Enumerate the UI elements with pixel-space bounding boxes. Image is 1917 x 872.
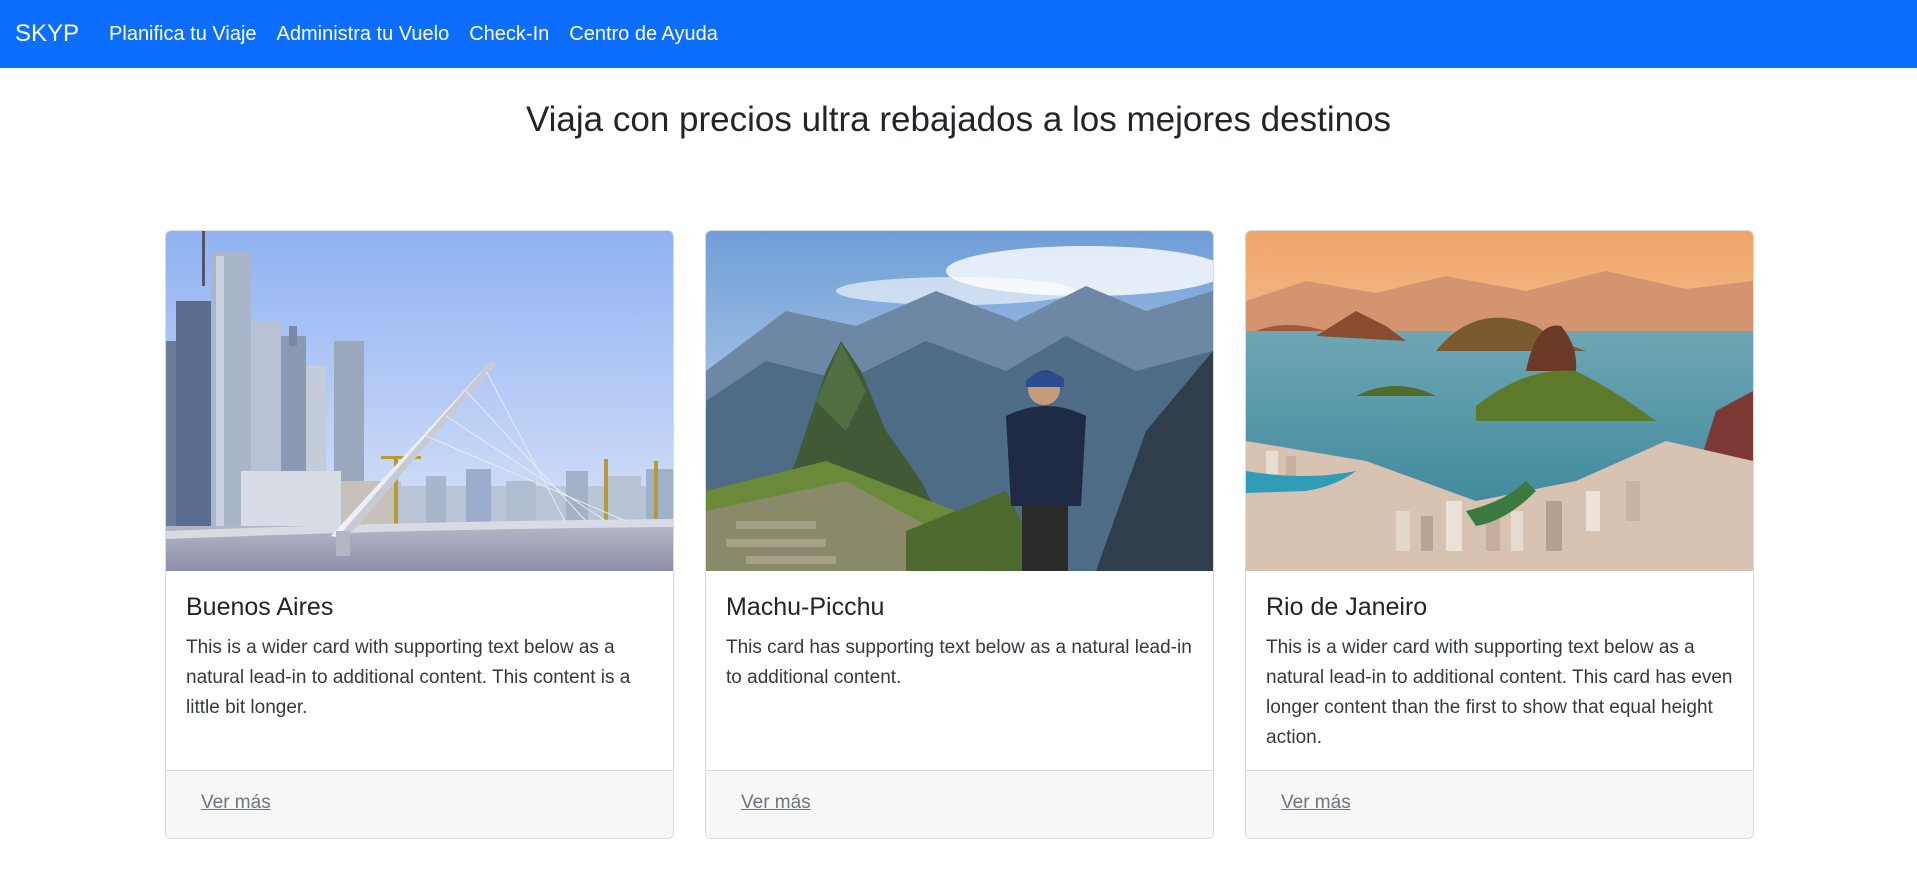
page-headline: Viaja con precios ultra rebajados a los … [525,100,1392,139]
navbar: SKYP Planifica tu Viaje Administra tu Vu… [0,0,1917,68]
nav-link-help-center[interactable]: Centro de Ayuda [569,23,718,46]
rio-de-janeiro-image [1246,231,1753,571]
destination-card-buenos-aires: Buenos Aires This is a wider card with s… [165,230,674,839]
machu-picchu-image [706,231,1213,571]
brand-logo[interactable]: SKYP [15,20,79,48]
card-text: This card has supporting text below as a… [726,637,1192,688]
card-footer: Ver más [1246,770,1753,838]
card-footer: Ver más [706,770,1213,838]
nav-link-plan-trip[interactable]: Planifica tu Viaje [109,23,257,46]
destination-card-rio-de-janeiro: Rio de Janeiro This is a wider card with… [1245,230,1754,839]
see-more-link[interactable]: Ver más [1281,792,1351,814]
card-text: This is a wider card with supporting tex… [186,637,631,718]
card-title: Rio de Janeiro [1266,593,1428,621]
card-footer: Ver más [166,770,673,838]
card-text: This is a wider card with supporting tex… [1266,637,1733,748]
see-more-link[interactable]: Ver más [741,792,811,814]
buenos-aires-image [166,231,673,571]
nav-link-check-in[interactable]: Check-In [469,23,549,46]
card-title: Machu-Picchu [726,593,885,621]
card-title: Buenos Aires [186,593,334,621]
see-more-link[interactable]: Ver más [201,792,271,814]
nav-link-manage-flight[interactable]: Administra tu Vuelo [277,23,450,46]
destination-card-machu-picchu: Machu-Picchu This card has supporting te… [705,230,1214,839]
